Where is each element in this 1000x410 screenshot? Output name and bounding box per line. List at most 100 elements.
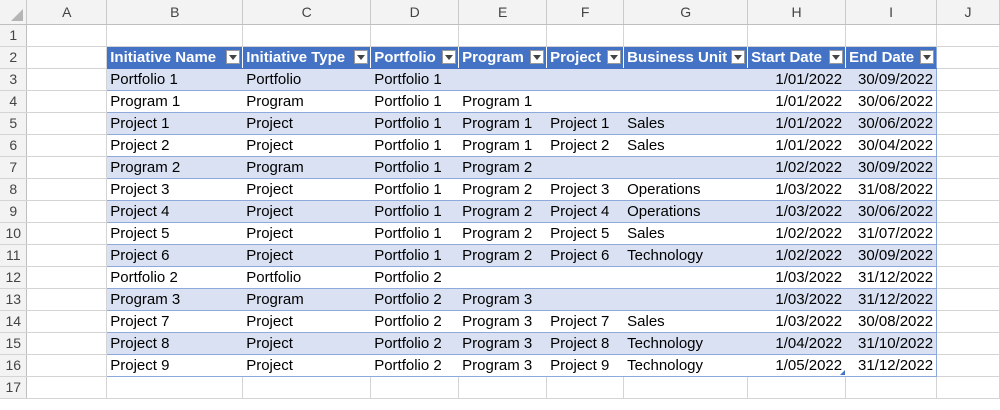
row-header-9[interactable]: 9 — [0, 200, 28, 223]
table-header-portfolio[interactable]: Portfolio — [370, 46, 460, 69]
cell-b10[interactable]: Project 5 — [106, 222, 244, 245]
row-header-11[interactable]: 11 — [0, 244, 28, 267]
cell-i17[interactable] — [845, 376, 938, 399]
cell-g14[interactable]: Sales — [623, 310, 749, 333]
cell-j2[interactable] — [936, 46, 1000, 69]
cell-h12[interactable]: 1/03/2022 — [747, 266, 847, 289]
filter-dropdown-button[interactable] — [442, 50, 457, 64]
cell-b11[interactable]: Project 6 — [106, 244, 244, 267]
cell-g3[interactable] — [623, 68, 749, 91]
cell-i3[interactable]: 30/09/2022 — [845, 68, 938, 91]
cell-a9[interactable] — [26, 200, 108, 223]
cell-j11[interactable] — [936, 244, 1000, 267]
cell-a2[interactable] — [26, 46, 108, 69]
cell-f4[interactable] — [546, 90, 625, 113]
cell-g7[interactable] — [623, 156, 749, 179]
cell-j16[interactable] — [936, 354, 1000, 377]
cell-e8[interactable]: Program 2 — [458, 178, 548, 201]
cell-a16[interactable] — [26, 354, 108, 377]
cell-h4[interactable]: 1/01/2022 — [747, 90, 847, 113]
table-resize-handle[interactable] — [839, 370, 845, 375]
table-header-program[interactable]: Program — [458, 46, 548, 69]
cell-j6[interactable] — [936, 134, 1000, 157]
table-header-end-date[interactable]: End Date — [845, 46, 938, 69]
cell-b12[interactable]: Portfolio 2 — [106, 266, 244, 289]
table-header-start-date[interactable]: Start Date — [747, 46, 847, 69]
cell-e9[interactable]: Program 2 — [458, 200, 548, 223]
filter-dropdown-button[interactable] — [530, 50, 545, 64]
cell-a10[interactable] — [26, 222, 108, 245]
cell-e17[interactable] — [458, 376, 548, 399]
cell-b13[interactable]: Program 3 — [106, 288, 244, 311]
cell-c1[interactable] — [242, 24, 372, 47]
cell-d1[interactable] — [370, 24, 460, 47]
cell-b5[interactable]: Project 1 — [106, 112, 244, 135]
cell-i9[interactable]: 30/06/2022 — [845, 200, 938, 223]
cell-g4[interactable] — [623, 90, 749, 113]
cell-a3[interactable] — [26, 68, 108, 91]
cell-j9[interactable] — [936, 200, 1000, 223]
cell-c7[interactable]: Program — [242, 156, 372, 179]
cell-f9[interactable]: Project 4 — [546, 200, 625, 223]
row-header-7[interactable]: 7 — [0, 156, 28, 179]
cell-b1[interactable] — [106, 24, 244, 47]
cell-d6[interactable]: Portfolio 1 — [370, 134, 460, 157]
row-header-5[interactable]: 5 — [0, 112, 28, 135]
cell-a11[interactable] — [26, 244, 108, 267]
cell-e14[interactable]: Program 3 — [458, 310, 548, 333]
cell-d4[interactable]: Portfolio 1 — [370, 90, 460, 113]
cell-i8[interactable]: 31/08/2022 — [845, 178, 938, 201]
cell-f11[interactable]: Project 6 — [546, 244, 625, 267]
cell-d3[interactable]: Portfolio 1 — [370, 68, 460, 91]
cell-c12[interactable]: Portfolio — [242, 266, 372, 289]
row-header-10[interactable]: 10 — [0, 222, 28, 245]
cell-i1[interactable] — [845, 24, 938, 47]
cell-g9[interactable]: Operations — [623, 200, 749, 223]
cell-b4[interactable]: Program 1 — [106, 90, 244, 113]
select-all-corner[interactable] — [0, 0, 28, 25]
cell-f13[interactable] — [546, 288, 625, 311]
cell-g1[interactable] — [623, 24, 749, 47]
cell-a5[interactable] — [26, 112, 108, 135]
cell-d10[interactable]: Portfolio 1 — [370, 222, 460, 245]
cell-a6[interactable] — [26, 134, 108, 157]
cell-j7[interactable] — [936, 156, 1000, 179]
cell-j10[interactable] — [936, 222, 1000, 245]
cell-d15[interactable]: Portfolio 2 — [370, 332, 460, 355]
cell-g17[interactable] — [623, 376, 749, 399]
cell-c3[interactable]: Portfolio — [242, 68, 372, 91]
cell-c16[interactable]: Project — [242, 354, 372, 377]
cell-g15[interactable]: Technology — [623, 332, 749, 355]
cell-g8[interactable]: Operations — [623, 178, 749, 201]
cell-f3[interactable] — [546, 68, 625, 91]
cell-f12[interactable] — [546, 266, 625, 289]
cell-e10[interactable]: Program 2 — [458, 222, 548, 245]
cell-c13[interactable]: Program — [242, 288, 372, 311]
cell-h8[interactable]: 1/03/2022 — [747, 178, 847, 201]
cell-a4[interactable] — [26, 90, 108, 113]
row-header-3[interactable]: 3 — [0, 68, 28, 91]
cell-i16[interactable]: 31/12/2022 — [845, 354, 938, 377]
cell-i6[interactable]: 30/04/2022 — [845, 134, 938, 157]
cell-a14[interactable] — [26, 310, 108, 333]
column-header-f[interactable]: F — [546, 0, 625, 25]
cell-a12[interactable] — [26, 266, 108, 289]
cell-h9[interactable]: 1/03/2022 — [747, 200, 847, 223]
row-header-6[interactable]: 6 — [0, 134, 28, 157]
filter-dropdown-button[interactable] — [920, 50, 935, 64]
cell-f1[interactable] — [546, 24, 625, 47]
cell-f8[interactable]: Project 3 — [546, 178, 625, 201]
cell-a1[interactable] — [26, 24, 108, 47]
cell-b14[interactable]: Project 7 — [106, 310, 244, 333]
cell-h17[interactable] — [747, 376, 847, 399]
cell-c9[interactable]: Project — [242, 200, 372, 223]
cell-g6[interactable]: Sales — [623, 134, 749, 157]
cell-i15[interactable]: 31/10/2022 — [845, 332, 938, 355]
cell-c11[interactable]: Project — [242, 244, 372, 267]
cell-d5[interactable]: Portfolio 1 — [370, 112, 460, 135]
row-header-14[interactable]: 14 — [0, 310, 28, 333]
cell-c15[interactable]: Project — [242, 332, 372, 355]
row-header-8[interactable]: 8 — [0, 178, 28, 201]
cell-d14[interactable]: Portfolio 2 — [370, 310, 460, 333]
cell-e13[interactable]: Program 3 — [458, 288, 548, 311]
